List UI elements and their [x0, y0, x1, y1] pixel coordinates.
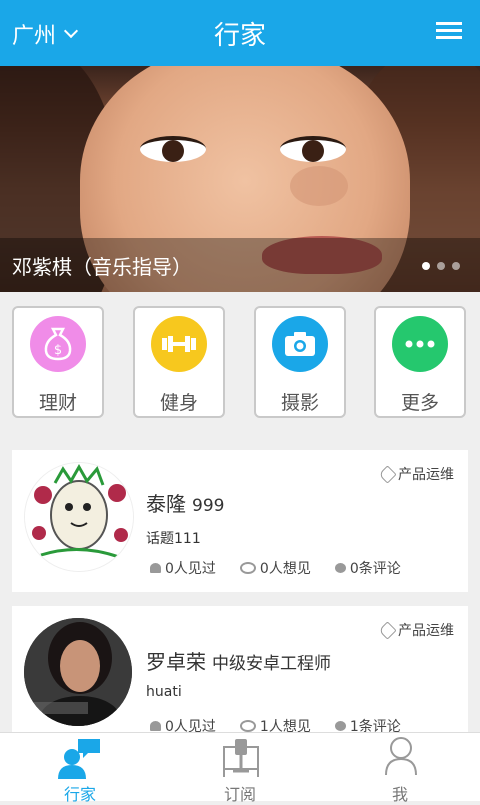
tab-subscribe[interactable]: 订阅 — [160, 733, 320, 804]
expert-topic: huati — [146, 684, 182, 700]
expert-tag: 产品运维 — [378, 464, 454, 484]
avatar — [24, 618, 132, 726]
carousel-dot — [452, 262, 460, 270]
banner-carousel[interactable]: 邓紫棋（音乐指导） — [0, 66, 480, 292]
experts-chat-icon — [58, 739, 100, 779]
avatar — [24, 462, 134, 572]
carousel-indicator — [422, 262, 460, 270]
tab-label: 行家 — [63, 785, 96, 804]
tag-icon — [378, 464, 397, 484]
category-photography[interactable]: 摄影 — [254, 306, 346, 418]
want-count: 0人想见 — [239, 558, 311, 578]
tab-label: 我 — [391, 785, 408, 804]
tab-label: 订阅 — [223, 785, 256, 804]
expert-name-row: 罗卓荣 中级安卓工程师 — [146, 646, 331, 675]
banner-caption-bar: 邓紫棋（音乐指导） — [0, 238, 480, 292]
tab-me[interactable]: 我 — [320, 733, 480, 804]
eye-icon — [239, 562, 256, 574]
tag-label: 产品运维 — [398, 623, 454, 639]
category-label: 摄影 — [280, 392, 319, 414]
camera-icon — [272, 316, 328, 372]
subscribe-desk-icon — [223, 739, 259, 777]
category-more[interactable]: 更多 — [374, 306, 466, 418]
category-row: $ 理财 健身 摄影 更多 — [0, 292, 480, 432]
top-bar: 广州 行家 — [0, 0, 480, 66]
menu-icon[interactable] — [436, 22, 462, 42]
category-label: 更多 — [400, 392, 439, 414]
comment-count: 0条评论 — [334, 558, 401, 578]
bottom-tab-bar: 行家 订阅 我 — [0, 732, 480, 804]
category-fitness[interactable]: 健身 — [133, 306, 225, 418]
met-count: 0人见过 — [150, 558, 216, 578]
expert-title: 999 — [192, 496, 225, 516]
heart-icon — [150, 563, 161, 573]
more-dots-icon — [392, 316, 448, 372]
tab-experts[interactable]: 行家 — [0, 733, 160, 804]
eye-icon — [239, 720, 256, 732]
expert-card[interactable]: 产品运维 泰隆 999 话题111 0人见过 0人想见 0条评论 — [12, 450, 468, 592]
svg-text:$: $ — [54, 343, 62, 358]
carousel-dot-active — [422, 262, 430, 270]
page-title: 行家 — [213, 21, 266, 51]
category-label: 健身 — [159, 392, 198, 414]
dumbbell-icon — [151, 316, 207, 372]
expert-name: 泰隆 — [146, 492, 186, 516]
category-label: 理财 — [38, 392, 77, 414]
category-finance[interactable]: $ 理财 — [12, 306, 104, 418]
expert-topic: 话题111 — [146, 531, 201, 547]
expert-title: 中级安卓工程师 — [212, 654, 331, 674]
tag-icon — [378, 620, 397, 640]
expert-name: 罗卓荣 — [146, 650, 206, 674]
expert-name-row: 泰隆 999 — [146, 488, 224, 517]
expert-card[interactable]: 产品运维 罗卓荣 中级安卓工程师 huati 0人见过 1人想见 1条评论 — [12, 606, 468, 735]
expert-tag: 产品运维 — [378, 620, 454, 640]
expert-stats: 0人见过 0人想见 0条评论 — [150, 558, 401, 578]
tag-label: 产品运维 — [398, 467, 454, 483]
user-icon — [385, 737, 417, 776]
heart-icon — [150, 721, 161, 731]
comment-icon — [334, 721, 346, 731]
banner-caption: 邓紫棋（音乐指导） — [12, 255, 192, 279]
comment-icon — [334, 563, 346, 573]
money-bag-icon: $ — [30, 316, 86, 372]
carousel-dot — [437, 262, 445, 270]
